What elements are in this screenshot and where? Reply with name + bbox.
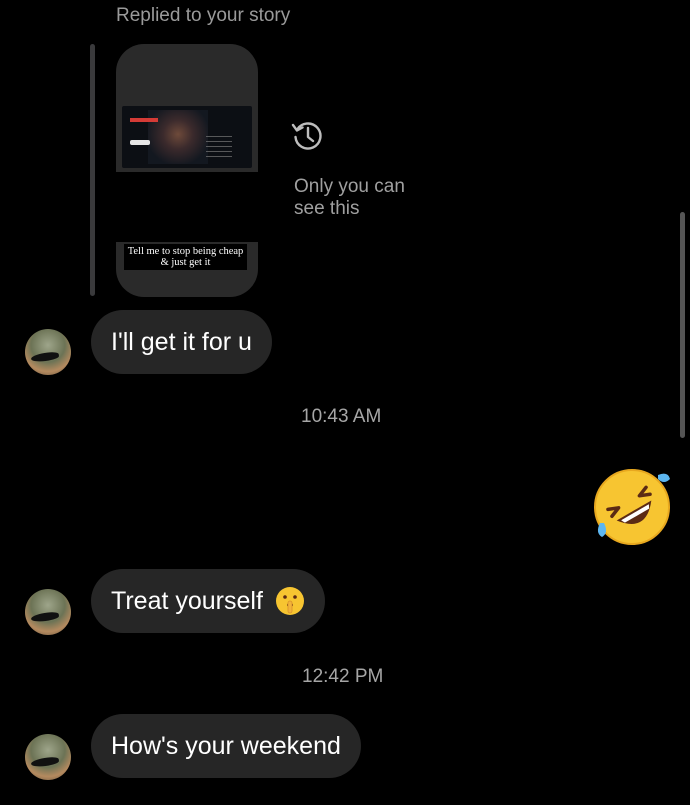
- timestamp: 12:42 PM: [302, 666, 384, 687]
- privacy-note-line: Only you can: [294, 176, 405, 197]
- rolling-on-floor-laughing-emoji[interactable]: [592, 467, 672, 547]
- privacy-note-line: see this: [294, 198, 360, 219]
- reply-indicator-bar: [90, 44, 95, 296]
- story-thumbnail[interactable]: Tell me to stop being cheap & just get i…: [116, 44, 258, 297]
- avatar[interactable]: [25, 589, 71, 635]
- privacy-note: Only you can see this: [294, 176, 434, 220]
- scrollbar[interactable]: [680, 212, 685, 438]
- story-image: [122, 106, 252, 168]
- shushing-face-emoji: [275, 587, 304, 615]
- story-caption: Tell me to stop being cheap & just get i…: [124, 244, 247, 270]
- history-clock-icon: [291, 122, 322, 150]
- message-bubble[interactable]: Treat yourself: [91, 569, 325, 633]
- timestamp: 10:43 AM: [301, 406, 382, 427]
- story-reply-label: Replied to your story: [116, 5, 291, 26]
- message-text: How's your weekend: [111, 731, 341, 760]
- message-bubble[interactable]: I'll get it for u: [91, 310, 272, 374]
- avatar[interactable]: [25, 734, 71, 780]
- message-text: I'll get it for u: [111, 327, 252, 356]
- message-bubble[interactable]: How's your weekend: [91, 714, 361, 778]
- message-text: Treat yourself: [111, 586, 263, 615]
- avatar[interactable]: [25, 329, 71, 375]
